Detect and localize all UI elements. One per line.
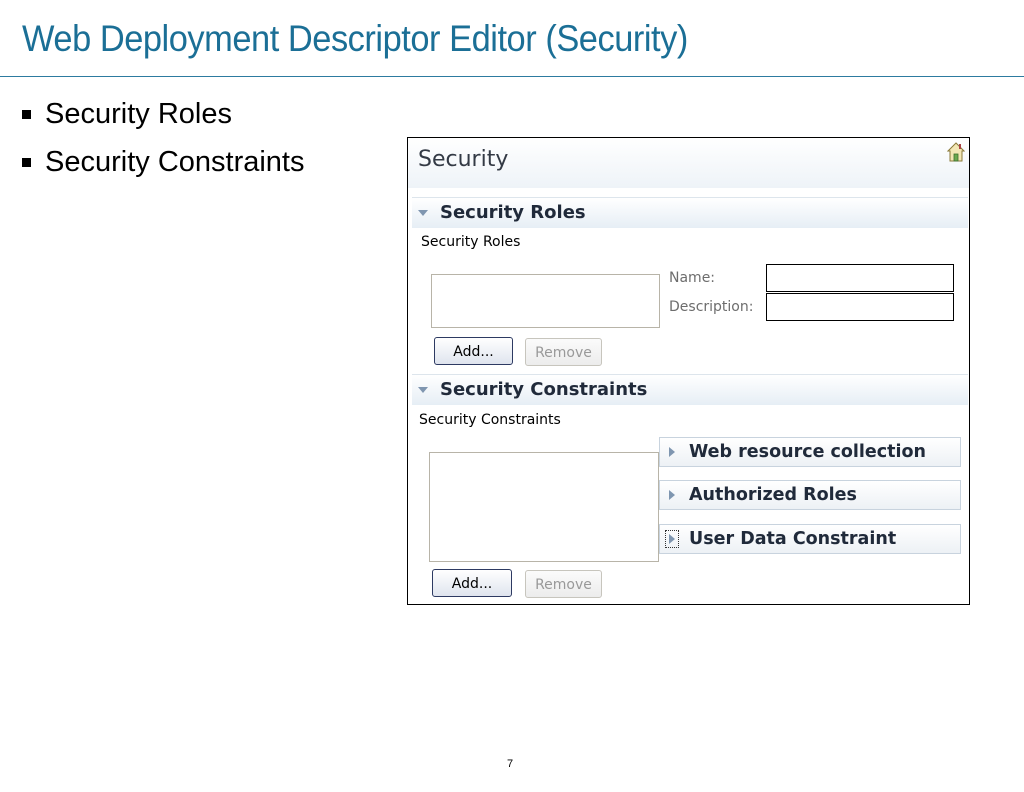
add-constraint-button[interactable]: Add... (432, 569, 512, 597)
bullet-item: Security Roles (22, 90, 305, 138)
security-constraints-list[interactable] (429, 452, 659, 562)
security-constraints-section-header[interactable]: Security Constraints (412, 374, 968, 405)
bullet-text: Security Constraints (45, 146, 305, 178)
page-number: 7 (507, 758, 514, 770)
editor-title: Security (418, 147, 509, 172)
home-icon[interactable] (947, 142, 965, 162)
security-roles-list[interactable] (431, 274, 660, 328)
authorized-roles-section[interactable]: Authorized Roles (659, 480, 961, 510)
description-label: Description: (669, 299, 754, 315)
web-resource-collection-title: Web resource collection (689, 442, 927, 462)
expand-triangle-icon[interactable] (669, 447, 675, 457)
name-label: Name: (669, 270, 716, 286)
security-roles-section-header[interactable]: Security Roles (412, 197, 968, 228)
user-data-constraint-title: User Data Constraint (689, 529, 897, 549)
user-data-constraint-section[interactable]: User Data Constraint (659, 524, 961, 554)
remove-constraint-button[interactable]: Remove (525, 570, 602, 598)
security-constraints-section-title: Security Constraints (440, 379, 648, 400)
title-divider (0, 76, 1024, 77)
bullet-item: Security Constraints (22, 138, 305, 186)
collapse-triangle-icon[interactable] (418, 387, 428, 393)
bullet-square-icon (22, 157, 31, 167)
expand-triangle-icon[interactable] (669, 490, 675, 500)
remove-role-button[interactable]: Remove (525, 338, 602, 366)
slide-title: Web Deployment Descriptor Editor (Securi… (22, 18, 688, 59)
bullet-text: Security Roles (45, 98, 232, 130)
editor-header: Security (408, 138, 969, 188)
bullet-list: Security Roles Security Constraints (22, 90, 305, 186)
web-resource-collection-section[interactable]: Web resource collection (659, 437, 961, 467)
expand-triangle-icon[interactable] (665, 530, 679, 548)
bullet-square-icon (22, 109, 31, 119)
security-editor-panel: Security Security Roles Security Roles N… (407, 137, 970, 605)
security-roles-section-title: Security Roles (440, 202, 586, 223)
collapse-triangle-icon[interactable] (418, 210, 428, 216)
description-field[interactable] (766, 293, 954, 321)
add-role-button[interactable]: Add... (434, 337, 513, 365)
name-field[interactable] (766, 264, 954, 292)
security-constraints-list-label: Security Constraints (419, 412, 561, 428)
security-roles-list-label: Security Roles (421, 234, 521, 250)
authorized-roles-title: Authorized Roles (689, 485, 857, 505)
